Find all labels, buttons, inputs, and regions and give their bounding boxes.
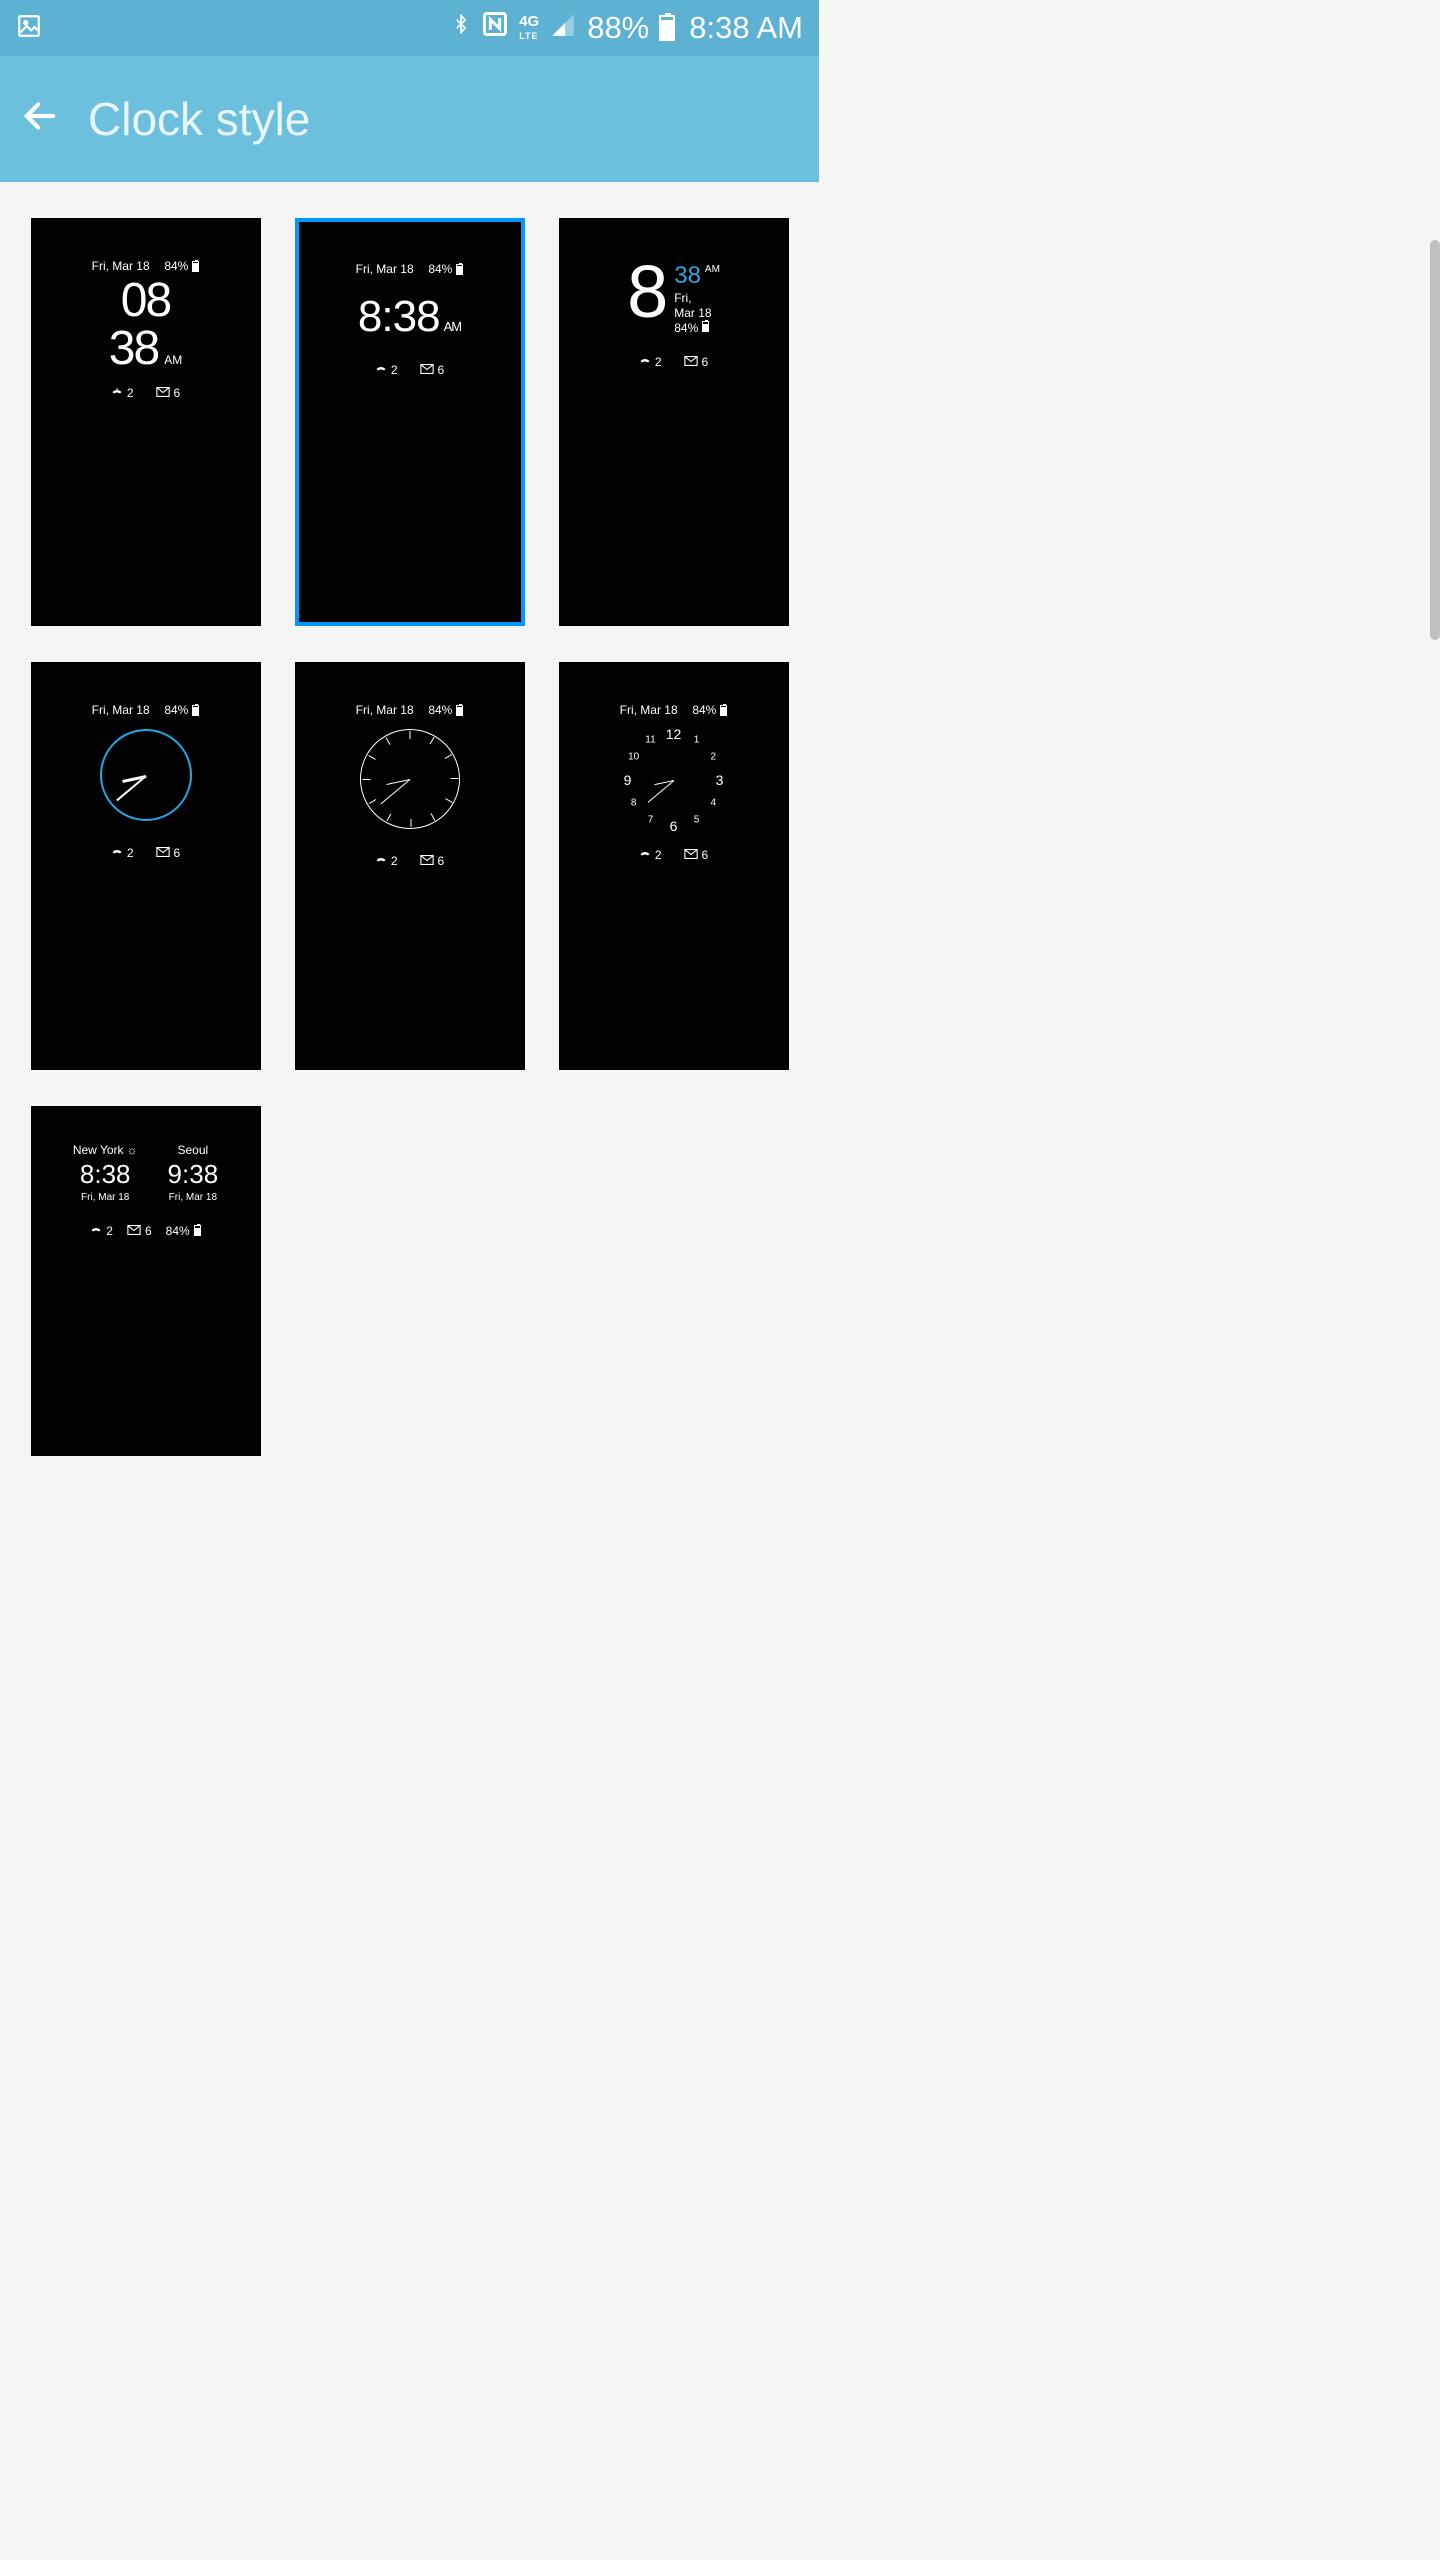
preview-notifications: 2 6 [111,385,180,400]
clock-style-option-3[interactable]: 8 38AM Fri, Mar 18 84% 2 6 [559,218,789,626]
preview-dateline: Fri, Mar 18 84% [92,703,200,717]
preview-dateline: Fri, Mar 18 84% [356,262,464,276]
preview-dateline: Fri, Mar 18 84% [92,259,200,273]
analog-clock-icon [360,729,460,829]
clock-style-option-1[interactable]: Fri, Mar 18 84% 08 38AM 2 6 [31,218,261,626]
sun-icon: ☼ [127,1143,138,1157]
scrollbar-thumb[interactable] [1430,240,1440,640]
missed-call-icon [90,1223,102,1238]
app-header: Clock style [0,56,819,182]
preview-notifications: 2 6 [639,354,708,369]
missed-call-icon [375,362,387,377]
clock-style-option-4[interactable]: Fri, Mar 18 84% 2 6 [31,662,261,1070]
world-clock-panel: New York☼ 8:38 Fri, Mar 18 Seoul 9:38 Fr… [73,1143,218,1203]
preview-notifications: 2 6 [639,847,708,862]
preview-time: 08 38AM [109,277,182,373]
clock-style-option-7[interactable]: New York☼ 8:38 Fri, Mar 18 Seoul 9:38 Fr… [31,1106,261,1456]
missed-call-icon [111,845,123,860]
battery-icon [702,321,709,332]
mail-icon [156,846,170,860]
clock-style-option-6[interactable]: Fri, Mar 18 84% 121234567891011 2 6 [559,662,789,1070]
battery-icon [659,15,675,41]
clock-style-grid: Fri, Mar 18 84% 08 38AM 2 6 Fri, Mar 18 … [0,182,819,1456]
status-time-label: 8:38 AM [689,10,803,46]
preview-notifications: 2 6 84% [90,1223,200,1238]
preview-time: 8:38AM [358,292,461,342]
mail-icon [684,848,698,862]
preview-time: 8 38AM Fri, Mar 18 84% [627,255,720,336]
analog-clock-icon [100,729,192,821]
back-arrow-icon[interactable] [20,96,60,141]
clock-style-option-2[interactable]: Fri, Mar 18 84% 8:38AM 2 6 [295,218,525,626]
signal-icon [549,10,577,46]
mail-icon [420,363,434,377]
battery-icon [720,705,727,716]
battery-percent-label: 88% [587,10,649,46]
status-bar: 4GLTE 88% 8:38 AM [0,0,819,56]
gallery-icon [16,13,42,44]
network-type-label: 4GLTE [519,15,539,42]
battery-icon [456,264,463,275]
clock-style-option-5[interactable]: Fri, Mar 18 84% 2 6 [295,662,525,1070]
preview-notifications: 2 6 [111,845,180,860]
battery-icon [192,261,199,272]
analog-clock-icon: 121234567891011 [619,725,729,835]
preview-notifications: 2 6 [375,853,444,868]
preview-dateline: Fri, Mar 18 84% [356,703,464,717]
preview-dateline: Fri, Mar 18 84% [620,703,728,717]
preview-notifications: 2 6 [375,362,444,377]
missed-call-icon [375,853,387,868]
missed-call-icon [639,354,651,369]
mail-icon [684,355,698,369]
missed-call-icon [111,385,123,400]
missed-call-icon [639,847,651,862]
battery-icon [192,705,199,716]
page-title: Clock style [88,92,310,146]
mail-icon [420,854,434,868]
battery-icon [194,1225,201,1236]
battery-icon [456,705,463,716]
mail-icon [127,1224,141,1238]
nfc-icon [481,10,509,46]
bluetooth-icon [451,10,471,46]
mail-icon [156,386,170,400]
